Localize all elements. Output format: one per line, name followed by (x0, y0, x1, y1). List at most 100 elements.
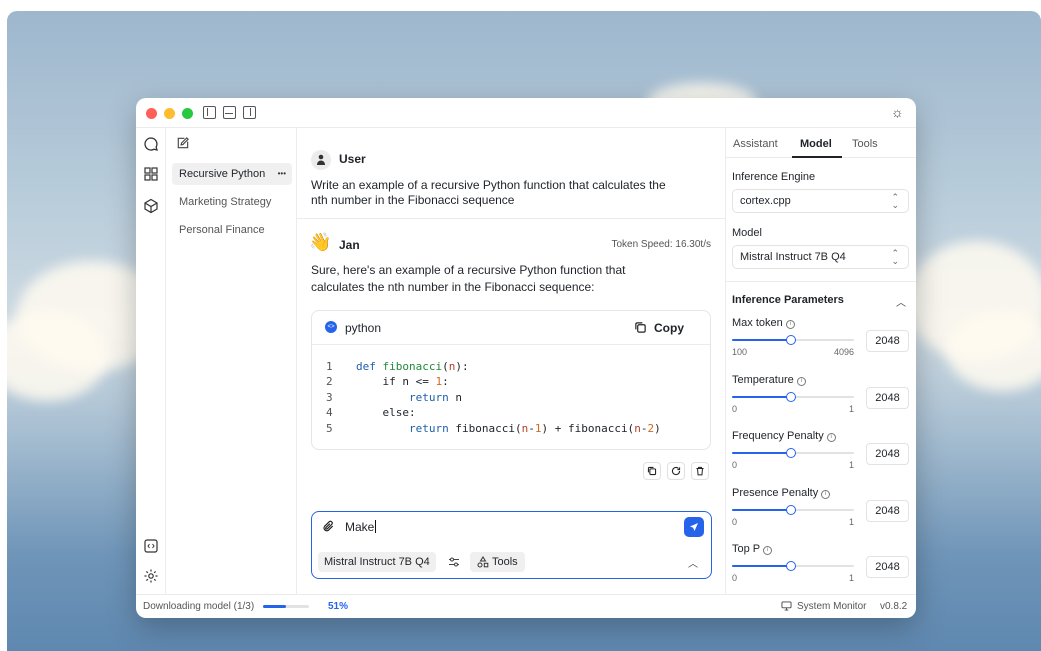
active-tab-indicator (792, 156, 842, 158)
line-number: 1 (326, 360, 333, 373)
copy-message-button[interactable] (643, 462, 661, 480)
panel-tabs: Assistant Model Tools (726, 128, 916, 158)
send-icon (690, 523, 698, 531)
param-label: Temperature i (732, 374, 806, 386)
more-options-icon[interactable]: ••• (278, 163, 286, 185)
panel-right-icon[interactable] (243, 106, 256, 119)
code-block: <> python Copy 1 def fibonacci(n): 2 if n… (311, 310, 711, 450)
info-icon[interactable]: i (826, 433, 836, 442)
slider-thumb[interactable] (785, 561, 796, 571)
param-value-input[interactable]: 2048 (866, 330, 909, 352)
thread-item-marketing-strategy[interactable]: Marketing Strategy (172, 191, 292, 213)
chevron-up-icon[interactable]: ︿ (896, 294, 906, 309)
slider-fill (732, 339, 791, 341)
minimize-window-button[interactable] (164, 108, 175, 119)
token-speed: Token Speed: 16.30t/s (611, 239, 711, 250)
panel-divider (726, 281, 916, 282)
chevron-up-icon[interactable]: ︿ (688, 555, 698, 570)
close-window-button[interactable] (146, 108, 157, 119)
message-divider (297, 218, 725, 219)
user-name: User (339, 152, 366, 166)
slider-fill (732, 565, 791, 567)
param-slider[interactable] (732, 448, 854, 458)
engine-select[interactable]: cortex.cpp ⌃ ⌄ (732, 189, 909, 213)
thread-item-personal-finance[interactable]: Personal Finance (172, 219, 292, 241)
slider-thumb[interactable] (785, 391, 796, 402)
download-progress-fill (263, 605, 287, 608)
param-label-text: Top P (732, 543, 761, 555)
slider-range: 01 (732, 517, 854, 527)
panel-left-icon[interactable] (203, 106, 216, 119)
delete-message-button[interactable] (691, 462, 709, 480)
param-value-input[interactable]: 2048 (866, 556, 909, 578)
line-number: 5 (326, 422, 333, 435)
line-number: 3 (326, 391, 333, 404)
tab-model[interactable]: Model (800, 138, 832, 150)
param-label: Top Pi (732, 543, 773, 555)
cube-icon[interactable] (143, 198, 159, 214)
slider-thumb[interactable] (785, 504, 796, 515)
terminal-icon[interactable] (143, 538, 159, 554)
regenerate-button[interactable] (667, 462, 685, 480)
param-label-text: Temperature (732, 373, 794, 386)
slider-min: 0 (732, 460, 738, 470)
download-progress-bar (263, 605, 309, 608)
code-language: python (345, 321, 382, 335)
param-slider[interactable] (732, 335, 854, 345)
slider-thumb[interactable] (785, 335, 796, 345)
maximize-window-button[interactable] (182, 108, 193, 119)
model-selector-label: Mistral Instruct 7B Q4 (324, 556, 430, 568)
message-input-value: Make (345, 520, 375, 534)
sun-icon[interactable]: ☼ (891, 104, 904, 120)
info-icon[interactable]: i (763, 546, 773, 555)
grid-icon[interactable] (143, 166, 159, 182)
message-composer: Make Mistral Instruct 7B Q4 Tools ︿ (311, 511, 712, 579)
slider-min: 0 (732, 573, 738, 583)
param-value-input[interactable]: 2048 (866, 443, 909, 465)
status-bar: Downloading model (1/3) 51% System Monit… (136, 594, 916, 618)
monitor-icon (781, 601, 792, 611)
info-icon[interactable]: i (796, 376, 806, 386)
copy-icon (647, 466, 657, 476)
param-label-text: Presence Penalty (732, 486, 819, 499)
thread-label: Marketing Strategy (179, 196, 272, 208)
model-value: Mistral Instruct 7B Q4 (740, 251, 846, 263)
param-slider[interactable] (732, 504, 854, 515)
gear-icon[interactable] (143, 568, 159, 584)
slider-max: 1 (848, 573, 854, 583)
tab-assistant[interactable]: Assistant (733, 138, 778, 150)
slider-thumb[interactable] (785, 448, 796, 458)
model-select[interactable]: Mistral Instruct 7B Q4 ⌃ ⌄ (732, 245, 909, 269)
info-icon[interactable]: i (785, 320, 795, 329)
assistant-name: Jan (339, 238, 360, 252)
param-value-input[interactable]: 2048 (866, 499, 909, 522)
panel-bottom-icon[interactable] (223, 106, 236, 119)
tab-tools[interactable]: Tools (852, 138, 878, 150)
thread-label: Recursive Python (179, 168, 266, 180)
model-selector[interactable]: Mistral Instruct 7B Q4 (318, 552, 436, 572)
chevron-updown-icon: ⌃ ⌄ (891, 192, 899, 210)
download-percent: 51% (328, 601, 349, 612)
param-label: Max token i (732, 317, 795, 329)
param-slider[interactable] (732, 391, 854, 402)
new-thread-icon[interactable] (175, 136, 190, 151)
slider-fill (732, 452, 791, 454)
slider-fill (732, 395, 791, 398)
engine-value: cortex.cpp (740, 195, 791, 207)
trash-icon (696, 466, 704, 476)
info-icon[interactable]: i (821, 489, 831, 499)
param-slider[interactable] (732, 561, 854, 571)
param-value-input[interactable]: 2048 (866, 386, 909, 409)
tools-button[interactable]: Tools (470, 552, 525, 572)
thread-item-recursive-python[interactable]: Recursive Python ••• (172, 163, 292, 185)
thread-label: Personal Finance (179, 224, 265, 236)
user-message-line-1: Write an example of a recursive Python f… (311, 178, 666, 192)
user-message-line-2: nth number in the Fibonacci sequence (311, 193, 515, 207)
code-block-header: <> python Copy (312, 311, 710, 345)
send-button[interactable] (684, 517, 704, 537)
paperclip-icon[interactable] (322, 520, 335, 533)
sliders-icon[interactable] (448, 556, 460, 568)
message-input[interactable]: Make (345, 520, 377, 534)
chat-icon[interactable] (143, 136, 159, 152)
app-version: v0.8.2 (880, 601, 908, 612)
